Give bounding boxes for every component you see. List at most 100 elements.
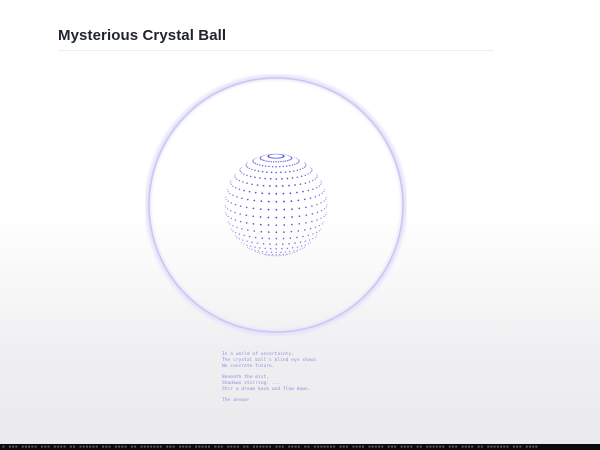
sphere-dot [308, 181, 311, 183]
sphere-dot [296, 162, 298, 165]
sphere-dot [261, 164, 264, 167]
sphere-dot [268, 185, 271, 187]
sphere-dot [309, 197, 312, 199]
sphere-dot [304, 229, 306, 231]
sphere-dot [242, 239, 244, 241]
sphere-dot [323, 215, 325, 218]
crystal-ball-canvas[interactable] [145, 74, 407, 336]
sphere-dot [226, 208, 229, 210]
sphere-dot [294, 157, 296, 159]
sphere-dot [256, 251, 258, 253]
sphere-dot [238, 188, 241, 191]
sphere-dot [284, 171, 287, 173]
sphere-dot [288, 184, 290, 187]
sphere-dot [227, 221, 229, 223]
sphere-dot [296, 246, 299, 248]
prophecy-line: The answer [222, 398, 250, 403]
sphere-dot [290, 200, 293, 202]
sphere-dot [267, 231, 270, 233]
sphere-dot [304, 174, 307, 176]
sphere-dot [232, 225, 234, 227]
sphere-dot [282, 160, 284, 163]
sphere-dot [289, 237, 292, 239]
sphere-dot [289, 159, 291, 161]
sphere-dot [275, 254, 277, 256]
sphere-dot [235, 231, 237, 234]
sphere-dot [275, 171, 278, 174]
sphere-dot [280, 255, 282, 257]
sphere-dot [288, 159, 290, 161]
sphere-dot [289, 192, 292, 195]
sphere-dot [299, 183, 302, 185]
sphere-dot [261, 237, 264, 239]
sphere-dot [289, 253, 291, 255]
sphere-dot [318, 224, 321, 227]
crystal-ball[interactable] [145, 74, 407, 336]
sphere-dot [270, 251, 273, 253]
sphere-dot [245, 206, 248, 209]
sphere-dot [291, 223, 293, 226]
sphere-dot [261, 155, 263, 157]
sphere-dot [234, 173, 236, 175]
sphere-dot [312, 179, 314, 182]
sphere-dot [257, 170, 260, 172]
sphere-dot [230, 180, 232, 182]
sphere-dot [295, 157, 298, 159]
sphere-dot [229, 223, 231, 225]
sphere-dot [325, 196, 327, 198]
sphere-dot [262, 243, 265, 245]
sphere-dot [271, 153, 273, 156]
sphere-dot [243, 189, 245, 192]
sphere-dot [286, 160, 288, 162]
sphere-dot [236, 178, 238, 180]
sphere-dot [246, 166, 249, 169]
prophecy-line: No concrete future. [222, 364, 275, 369]
sphere-dot [275, 192, 278, 195]
sphere-dot [248, 247, 250, 249]
sphere-dot [286, 177, 289, 180]
sphere-dot [236, 196, 238, 198]
sphere-dot [241, 166, 243, 168]
sphere-dot [266, 154, 268, 156]
sphere-dot [264, 160, 266, 162]
sphere-dot [297, 158, 299, 160]
sphere-dot [230, 228, 232, 230]
sphere-dot [307, 234, 310, 237]
sphere-dot [270, 154, 272, 156]
sphere-dot [239, 168, 241, 170]
prophecy-stanza: The answer [222, 398, 382, 404]
sphere-dot [275, 251, 277, 254]
sphere-dot [236, 236, 238, 238]
sphere-dot [232, 230, 234, 232]
sphere-dot [271, 165, 274, 168]
sphere-dot [284, 251, 287, 253]
sphere-dot [311, 168, 313, 170]
sphere-dot [282, 253, 284, 256]
sphere-dot [325, 198, 327, 200]
sphere-dot [316, 173, 318, 175]
sphere-dot [315, 186, 318, 189]
sphere-dot [274, 157, 276, 159]
sphere-dot [321, 223, 323, 225]
sphere-dot [254, 251, 256, 253]
sphere-dot [259, 177, 261, 179]
sphere-dot [275, 243, 278, 246]
sphere-dot [283, 224, 286, 226]
sphere-dot [323, 208, 326, 210]
sphere-dot [268, 237, 271, 240]
prophecy-text: In a world of uncertainty, The crystal b… [222, 352, 382, 409]
sphere-dot [304, 246, 306, 248]
sphere-dot [252, 159, 254, 161]
sphere-dot [289, 164, 291, 167]
sphere-dot [248, 190, 251, 193]
sphere-dot [316, 219, 318, 221]
sphere-dot [225, 214, 227, 216]
sphere-dot [323, 200, 325, 202]
sphere-dot [274, 153, 276, 155]
sphere-dot [246, 240, 248, 243]
sphere-dot [268, 253, 270, 256]
sphere-dot [275, 208, 278, 211]
sphere-dot [316, 176, 318, 179]
sphere-dot [280, 171, 282, 174]
sphere-dot [275, 231, 278, 234]
